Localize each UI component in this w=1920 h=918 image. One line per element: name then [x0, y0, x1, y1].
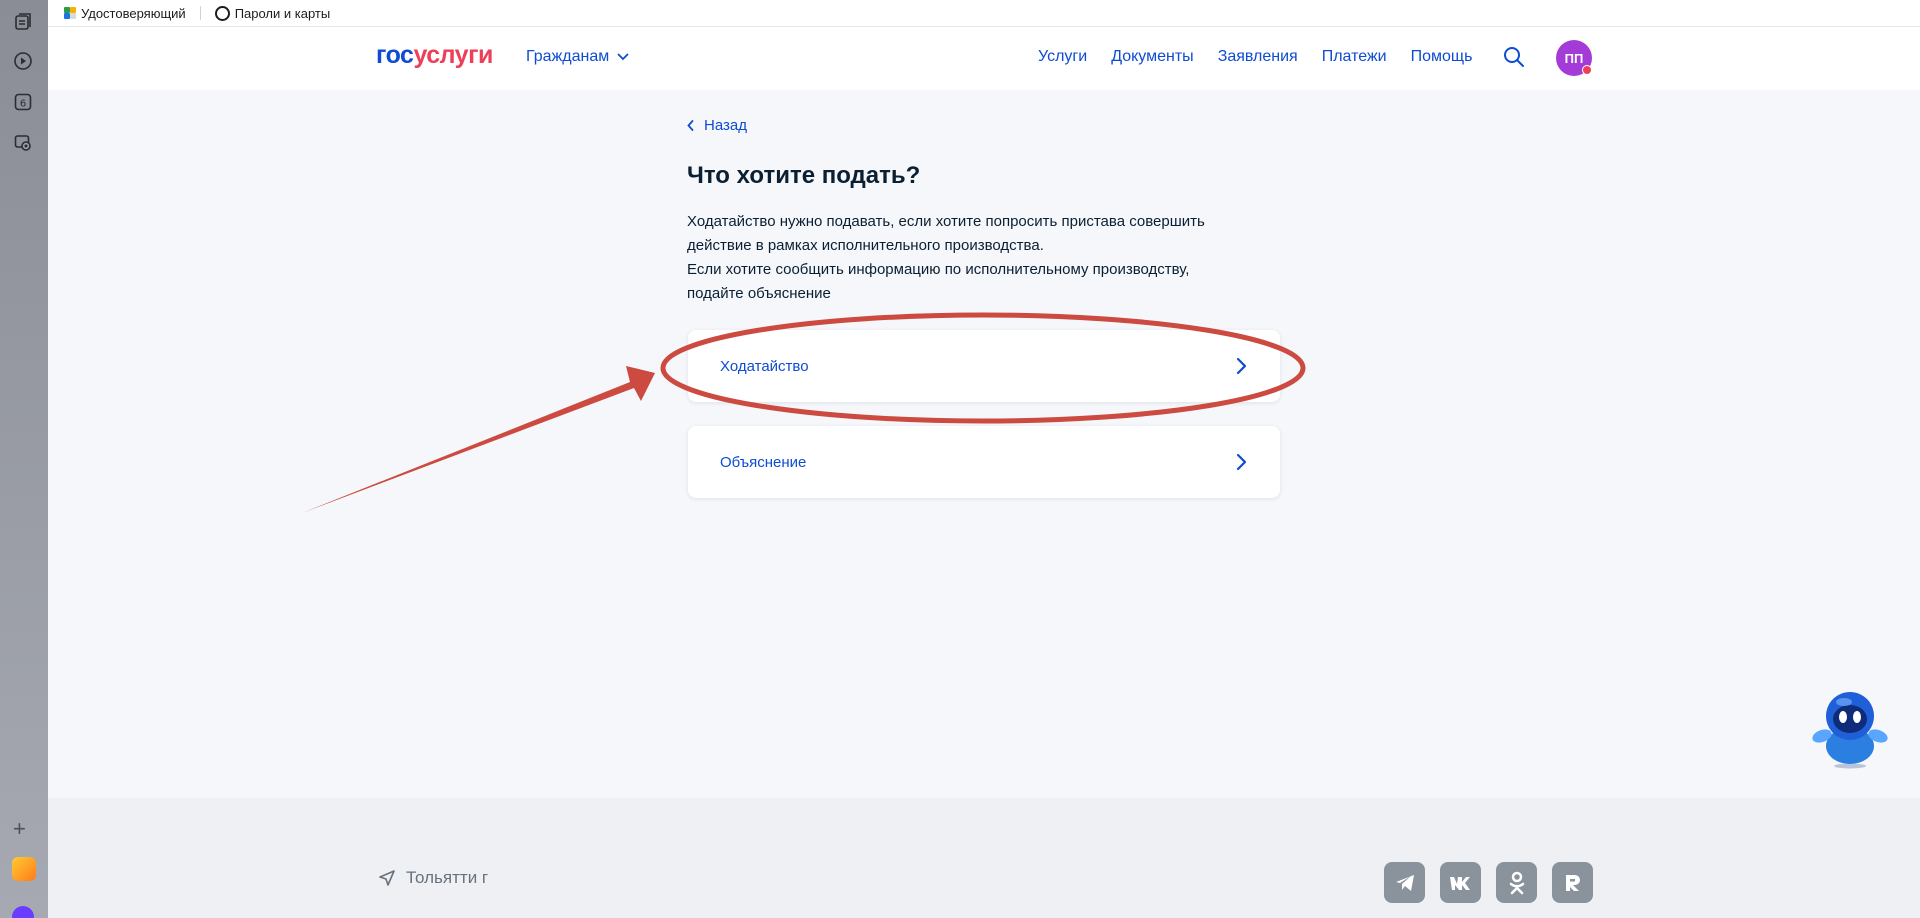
browser-sidebar: 6 +	[0, 0, 48, 918]
location-selector[interactable]: Тольятти г	[378, 868, 488, 888]
add-panel-icon[interactable]: +	[13, 818, 26, 840]
logo-part-gos: гос	[376, 41, 414, 69]
nav-documents[interactable]: Документы	[1111, 48, 1193, 66]
page-description: Ходатайство нужно подавать, если хотите …	[687, 210, 1247, 306]
vk-icon[interactable]	[1440, 862, 1481, 903]
nav-applications[interactable]: Заявления	[1218, 48, 1298, 66]
certificate-favicon-icon	[64, 7, 76, 19]
main-nav: Услуги Документы Заявления Платежи Помощ…	[1038, 48, 1472, 66]
chevron-right-icon	[1236, 453, 1247, 471]
location-arrow-icon	[379, 870, 395, 886]
bookmark-label: Пароли и карты	[234, 5, 331, 21]
passwords-key-icon	[214, 5, 230, 21]
option-label: Объяснение	[720, 453, 807, 471]
citizens-label: Гражданам	[526, 48, 610, 65]
bookmark-certificate[interactable]: Удостоверяющий	[64, 6, 186, 21]
location-label: Тольятти г	[406, 868, 489, 887]
back-label: Назад	[704, 117, 747, 134]
mail-app-icon[interactable]	[12, 857, 36, 881]
notification-dot	[1582, 65, 1592, 75]
play-icon[interactable]	[12, 50, 34, 72]
chevron-down-icon	[617, 53, 629, 61]
annotation-arrow	[302, 366, 655, 513]
bookmark-divider	[199, 6, 201, 20]
gosuslugi-logo[interactable]: госуслуги	[376, 41, 493, 70]
nav-help[interactable]: Помощь	[1411, 48, 1473, 66]
odnoklassniki-icon[interactable]	[1496, 862, 1537, 903]
telegram-icon[interactable]	[1384, 862, 1425, 903]
option-label: Ходатайство	[720, 357, 809, 375]
chevron-left-icon	[687, 120, 694, 131]
option-explanation[interactable]: Объяснение	[688, 426, 1280, 498]
option-petition[interactable]: Ходатайство	[688, 330, 1280, 402]
page-title: Что хотите подать?	[687, 162, 921, 189]
back-link[interactable]: Назад	[687, 117, 747, 134]
search-icon[interactable]	[1502, 45, 1526, 69]
site-header: госуслуги Гражданам Услуги Документы Зая…	[48, 27, 1920, 90]
nav-services[interactable]: Услуги	[1038, 48, 1087, 66]
screenshot-icon[interactable]	[12, 132, 34, 154]
assistant-robot-icon[interactable]	[1808, 686, 1892, 770]
nav-payments[interactable]: Платежи	[1322, 48, 1387, 66]
rutube-icon[interactable]	[1552, 862, 1593, 903]
alice-app-icon[interactable]	[12, 906, 34, 918]
tabs-icon[interactable]	[12, 11, 34, 33]
svg-text:6: 6	[20, 99, 26, 110]
bookmark-label: Удостоверяющий	[81, 5, 186, 21]
citizens-dropdown[interactable]: Гражданам	[526, 48, 629, 66]
bookmark-passwords[interactable]: Пароли и карты	[214, 5, 331, 21]
chevron-right-icon	[1236, 357, 1247, 375]
counter-icon[interactable]: 6	[12, 91, 34, 113]
description-line-1: Ходатайство нужно подавать, если хотите …	[687, 213, 1205, 254]
bookmarks-bar: Удостоверяющий Пароли и карты	[48, 0, 1920, 27]
logo-part-uslugi: услуги	[413, 41, 493, 69]
site-footer: Тольятти г	[48, 798, 1920, 918]
description-line-2: Если хотите сообщить информацию по испол…	[687, 261, 1190, 302]
